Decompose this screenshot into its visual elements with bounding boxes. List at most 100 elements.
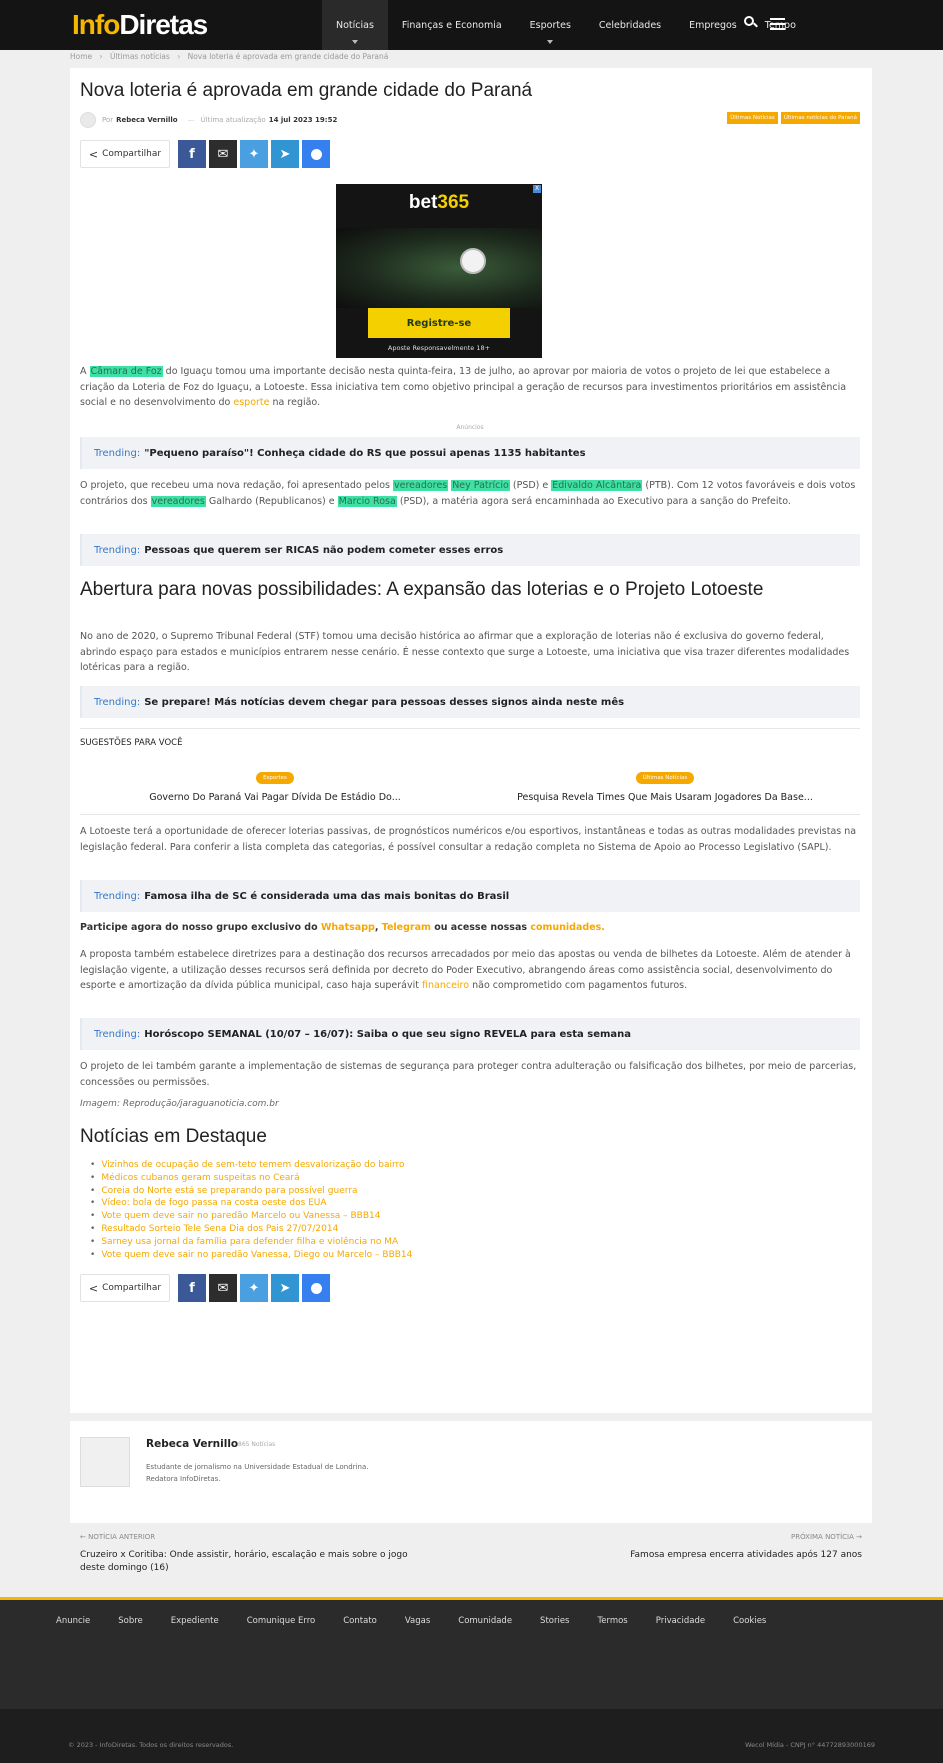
updated-date: 14 jul 2023 19:52 (268, 116, 338, 124)
breadcrumb-current: Nova loteria é aprovada em grande cidade… (187, 52, 389, 61)
ad-register-button[interactable]: Registre-se (368, 308, 510, 338)
highlight-link[interactable]: vereadores (150, 495, 206, 507)
featured-link[interactable]: Vídeo: bola de fogo passa na costa oeste… (90, 1197, 412, 1210)
divider (80, 728, 860, 729)
ad-disclaimer: Aposte Responsavelmente 18+ (387, 344, 491, 352)
footer-link[interactable]: Termos (598, 1616, 628, 1626)
trending-box[interactable]: Trending: Famosa ilha de SC é considerada… (80, 880, 860, 912)
trending-box[interactable]: Trending: Pessoas que querem ser RICAS nã… (80, 534, 860, 566)
nav-item-financas[interactable]: Finanças e Economia (388, 0, 516, 50)
footer-link[interactable]: Contato (343, 1616, 377, 1626)
featured-link[interactable]: Resultado Sorteio Tele Sena Dia dos Pais… (90, 1223, 412, 1236)
inline-link[interactable]: esporte (233, 397, 269, 408)
main-nav: Notícias Finanças e Economia Esportes Ce… (322, 0, 810, 50)
footer-nav: Anuncie Sobre Expediente Comunique Erro … (56, 1616, 794, 1626)
communities-link[interactable]: comunidades. (530, 922, 605, 933)
messenger-icon[interactable] (302, 1274, 330, 1302)
email-icon[interactable]: ✉ (209, 140, 237, 168)
author-name[interactable]: Rebeca Vernillo (146, 1438, 238, 1450)
highlight-link[interactable]: Câmara de Foz (89, 366, 163, 377)
breadcrumb-home[interactable]: Home (70, 52, 92, 61)
site-header: InfoDiretas Notícias Finanças e Economia… (0, 0, 943, 50)
footer-link[interactable]: Expediente (171, 1616, 219, 1626)
ad-image (336, 228, 542, 308)
suggestion-title[interactable]: Governo Do Paraná Vai Pagar Dívida De Es… (80, 792, 470, 803)
paragraph-1: A Câmara de Foz do Iguaçu tomou uma impo… (80, 366, 847, 408)
featured-link[interactable]: Vote quem deve sair no paredão Marcelo o… (90, 1210, 412, 1223)
featured-link[interactable]: Sarney usa jornal da família para defend… (90, 1236, 412, 1249)
share-button[interactable]: < Compartilhar (80, 140, 170, 168)
trending-box[interactable]: Trending: Se prepare! Más notícias devem … (80, 686, 860, 718)
nav-item-esportes[interactable]: Esportes (516, 0, 585, 50)
featured-link[interactable]: Coreia do Norte está se preparando para … (90, 1185, 412, 1198)
paragraph-5: A proposta também estabelece diretrizes … (80, 949, 851, 991)
nav-item-noticias[interactable]: Notícias (322, 0, 388, 50)
footer-link[interactable]: Comunique Erro (247, 1616, 316, 1626)
whatsapp-link[interactable]: Whatsapp (321, 922, 375, 933)
featured-list: Vizinhos de ocupação de sem-teto temem d… (90, 1159, 412, 1261)
footer-link[interactable]: Anuncie (56, 1616, 90, 1626)
hamburger-menu-icon[interactable] (770, 18, 785, 33)
nav-item-empregos[interactable]: Empregos (675, 0, 751, 50)
facebook-icon[interactable]: f (178, 1274, 206, 1302)
footer-link[interactable]: Stories (540, 1616, 569, 1626)
author-post-count: 865 Notícias (238, 1441, 276, 1448)
highlight-link[interactable]: vereadores (392, 480, 449, 491)
share-button[interactable]: < Compartilhar (80, 1274, 170, 1302)
featured-link[interactable]: Médicos cubanos geram suspeitas no Ceará (90, 1172, 412, 1185)
highlight-link[interactable]: Marcio Rosa (337, 495, 397, 507)
messenger-icon[interactable] (302, 140, 330, 168)
author-link[interactable]: Rebeca Vernillo (116, 116, 177, 124)
suggestion-badge: Últimas Notícias (635, 772, 695, 784)
trending-box[interactable]: Trending: "Pequeno paraíso"! Conheça cida… (80, 437, 860, 469)
section-heading: Abertura para novas possibilidades: A ex… (80, 579, 764, 600)
nav-item-celebridades[interactable]: Celebridades (585, 0, 675, 50)
suggestion-title[interactable]: Pesquisa Revela Times Que Mais Usaram Jo… (470, 792, 860, 803)
site-logo[interactable]: InfoDiretas (72, 9, 208, 41)
telegram-icon[interactable]: ➤ (271, 1274, 299, 1302)
ad-brand: bet365 (408, 192, 470, 213)
inline-link[interactable]: financeiro (422, 980, 469, 991)
page-title: Nova loteria é aprovada em grande cidade… (80, 80, 533, 101)
prev-post-link[interactable]: Cruzeiro x Coritiba: Onde assistir, horá… (80, 1549, 410, 1575)
facebook-icon[interactable]: f (178, 140, 206, 168)
author-avatar[interactable] (80, 1437, 130, 1487)
telegram-link[interactable]: Telegram (382, 922, 431, 933)
highlight-link[interactable]: Ney Patrício (451, 480, 510, 491)
footer-link[interactable]: Privacidade (656, 1616, 705, 1626)
author-bio: Estudante de jornalismo na Universidade … (146, 1463, 369, 1483)
paragraph-4: A Lotoeste terá a oportunidade de oferec… (80, 826, 857, 853)
avatar[interactable] (80, 112, 96, 128)
paragraph-3: No ano de 2020, o Supremo Tribunal Feder… (80, 631, 850, 673)
suggestion-card[interactable]: Últimas Notícias Pesquisa Revela Times Q… (470, 768, 860, 803)
twitter-icon[interactable]: ✦ (240, 140, 268, 168)
author-box: Rebeca Vernillo 865 Notícias Estudante d… (70, 1421, 872, 1523)
site-footer: Anuncie Sobre Expediente Comunique Erro … (0, 1597, 943, 1763)
featured-heading: Notícias em Destaque (80, 1126, 267, 1147)
article-card: Nova loteria é aprovada em grande cidade… (70, 68, 872, 1413)
tag-ultimas-noticias[interactable]: Últimas Notícias (727, 112, 778, 124)
search-icon[interactable] (744, 16, 758, 30)
bet365-ad[interactable]: X bet365 Registre-se Aposte Responsavelm… (336, 184, 542, 358)
share-bar-top: < Compartilhar f ✉ ✦ ➤ (80, 140, 333, 168)
trending-box[interactable]: Trending: Horóscopo SEMANAL (10/07 – 16/0… (80, 1018, 860, 1050)
footer-link[interactable]: Cookies (733, 1616, 766, 1626)
highlight-link[interactable]: Edivaldo Alcântara (551, 480, 643, 491)
breadcrumb-category[interactable]: Últimas notícias (110, 52, 170, 61)
breadcrumb: Home › Últimas notícias › Nova loteria é… (70, 52, 393, 61)
featured-link[interactable]: Vote quem deve sair no paredão Vanessa, … (90, 1249, 412, 1262)
next-label[interactable]: PRÓXIMA NOTÍCIA → (791, 1533, 862, 1541)
telegram-icon[interactable]: ➤ (271, 140, 299, 168)
next-post-link[interactable]: Famosa empresa encerra atividades após 1… (630, 1549, 862, 1562)
footer-link[interactable]: Sobre (118, 1616, 143, 1626)
prev-label[interactable]: ← NOTÍCIA ANTERIOR (80, 1533, 155, 1541)
featured-link[interactable]: Vizinhos de ocupação de sem-teto temem d… (90, 1159, 412, 1172)
twitter-icon[interactable]: ✦ (240, 1274, 268, 1302)
footer-bottom: © 2023 - InfoDiretas. Todos os direitos … (0, 1709, 943, 1763)
paragraph-2: O projeto, que recebeu uma nova redação,… (80, 480, 856, 507)
footer-link[interactable]: Comunidade (458, 1616, 512, 1626)
suggestion-card[interactable]: Esportes Governo Do Paraná Vai Pagar Dív… (80, 768, 470, 803)
email-icon[interactable]: ✉ (209, 1274, 237, 1302)
footer-link[interactable]: Vagas (405, 1616, 430, 1626)
tag-ultimas-noticias-parana[interactable]: Últimas notícias do Paraná (780, 112, 860, 124)
